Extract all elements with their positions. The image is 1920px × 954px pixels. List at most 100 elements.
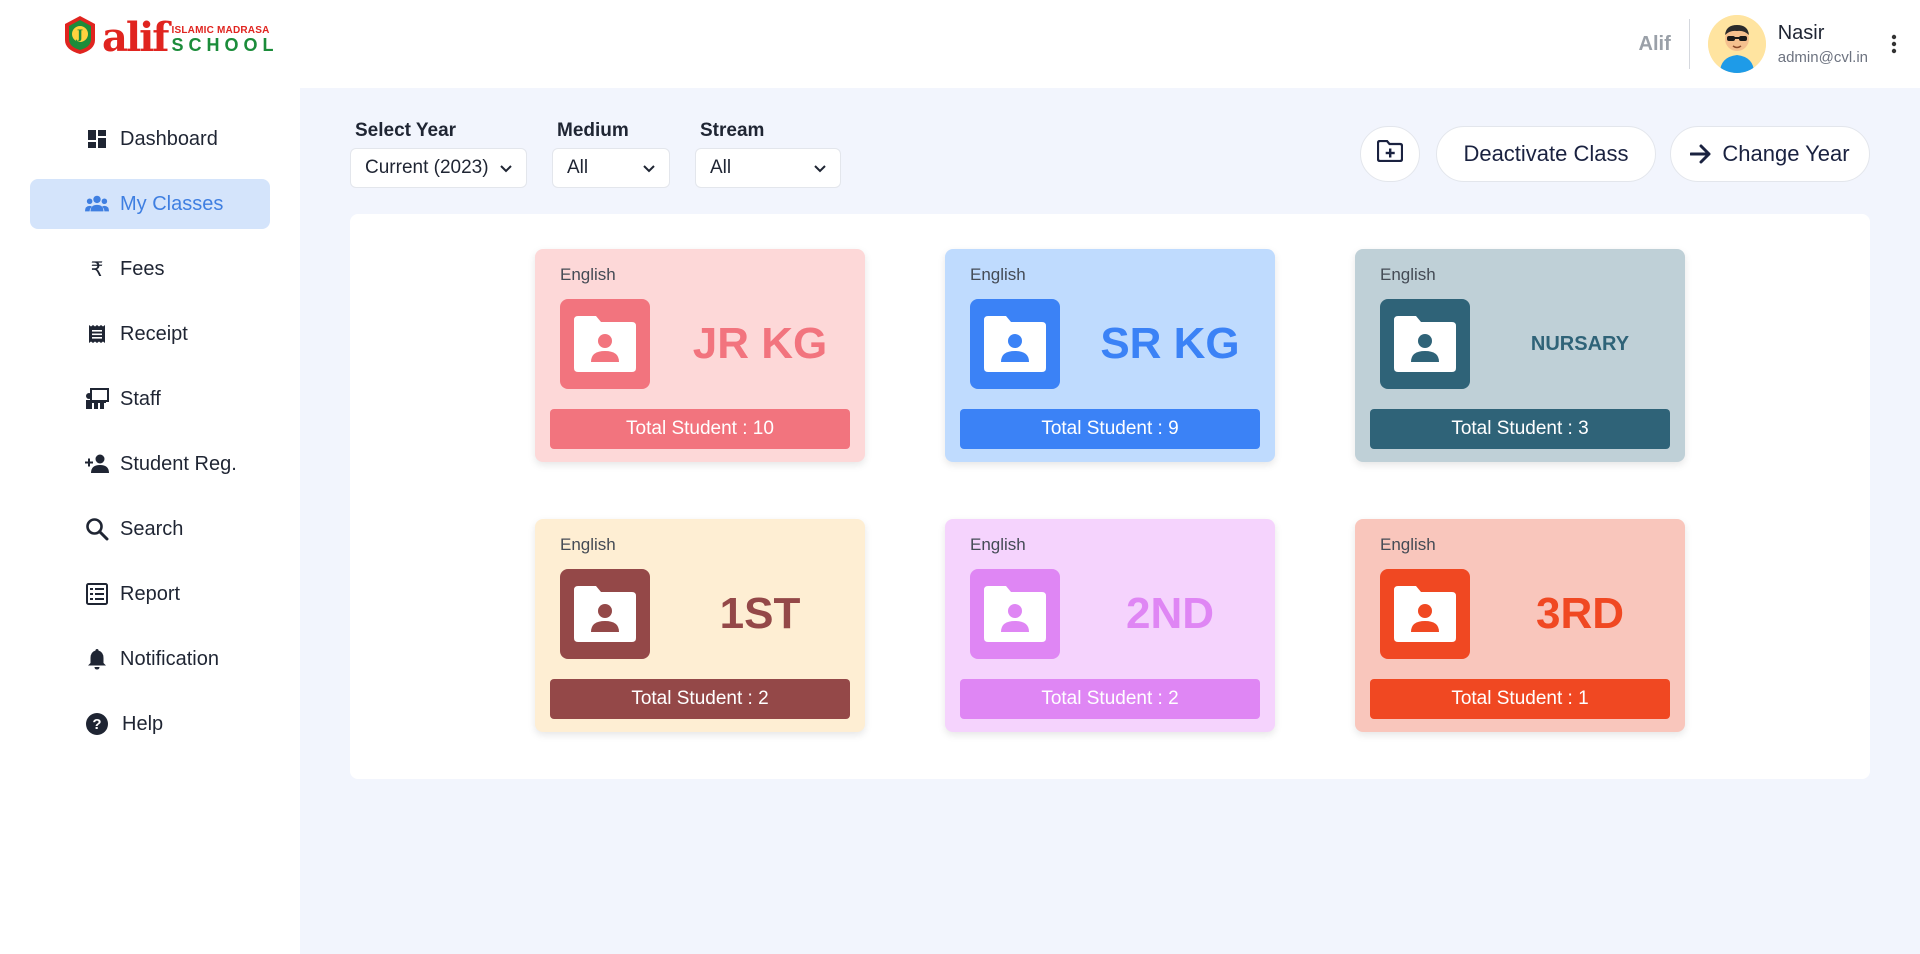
- sidebar-item-label: Student Reg.: [120, 452, 237, 475]
- class-name: SR KG: [1100, 319, 1240, 368]
- total-student-badge: Total Student : 9: [960, 409, 1260, 449]
- header-divider: [1688, 19, 1690, 69]
- folder-person-icon: [970, 569, 1060, 659]
- dashboard-icon: [85, 127, 109, 151]
- class-card-nursary[interactable]: English NURSARY Total Student : 3: [1355, 249, 1685, 462]
- change-year-label: Change Year: [1722, 141, 1850, 166]
- sidebar-item-label: Report: [120, 582, 181, 605]
- help-icon: ?: [85, 712, 109, 736]
- school-logo[interactable]: J alif ISLAMIC MADRASA SCHOOL: [62, 12, 279, 58]
- class-card-2nd[interactable]: English 2ND Total Student : 2: [945, 519, 1275, 732]
- stream-filter-label: Stream: [700, 120, 765, 141]
- more-vert-icon[interactable]: [1882, 24, 1906, 64]
- class-medium: English: [560, 535, 616, 554]
- class-name: JR KG: [692, 319, 828, 368]
- user-name: Nasir: [1777, 22, 1825, 44]
- sidebar-item-dashboard[interactable]: Dashboard: [30, 114, 270, 164]
- svg-text:?: ?: [92, 716, 101, 733]
- chevron-down-icon: [814, 157, 826, 179]
- header-user-area: Alif Nasir admin@cvl.in: [1639, 0, 1920, 88]
- avatar[interactable]: [1707, 15, 1766, 73]
- logo-line-2: SCHOOL: [171, 35, 279, 55]
- logo-alif-text: alif: [102, 14, 170, 61]
- arrow-right-icon: [1690, 144, 1711, 164]
- rupee-icon: ₹: [90, 257, 104, 281]
- total-student-badge: Total Student : 1: [1370, 679, 1670, 719]
- total-student-badge: Total Student : 2: [960, 679, 1260, 719]
- class-name: 1ST: [719, 589, 801, 638]
- sidebar-item-notification[interactable]: Notification: [30, 634, 270, 684]
- year-select[interactable]: Current (2023): [350, 148, 527, 188]
- medium-filter-label: Medium: [557, 120, 629, 141]
- logo-emblem-icon: J: [62, 14, 98, 56]
- class-name: NURSARY: [1530, 332, 1630, 355]
- sidebar-item-label: Dashboard: [120, 127, 218, 150]
- sidebar-item-staff[interactable]: Staff: [30, 374, 270, 424]
- sidebar-item-label: Staff: [120, 387, 161, 410]
- class-medium: English: [1380, 535, 1436, 554]
- sidebar-item-label: Notification: [120, 647, 219, 670]
- receipt-icon: [85, 322, 109, 346]
- medium-filter: Medium All: [552, 120, 670, 188]
- staff-icon: [85, 387, 109, 411]
- sidebar-item-receipt[interactable]: Receipt: [30, 309, 270, 359]
- user-info[interactable]: Nasir admin@cvl.in: [1778, 22, 1868, 66]
- class-medium: English: [970, 535, 1026, 554]
- total-student-badge: Total Student : 10: [550, 409, 850, 449]
- sidebar-item-student-reg[interactable]: Student Reg.: [30, 439, 270, 489]
- top-bar: J alif ISLAMIC MADRASA SCHOOL Alif Nasir…: [0, 0, 1920, 88]
- folder-person-icon: [560, 569, 650, 659]
- bell-icon: [85, 647, 109, 671]
- medium-select[interactable]: All: [552, 148, 670, 188]
- year-filter-label: Select Year: [355, 120, 457, 141]
- change-year-button[interactable]: Change Year: [1670, 126, 1870, 182]
- report-icon: [85, 582, 109, 606]
- year-select-value: Current (2023): [365, 157, 489, 178]
- class-medium: English: [560, 265, 616, 284]
- school-name: Alif: [1638, 32, 1671, 55]
- create-folder-button[interactable]: [1360, 126, 1420, 182]
- stream-select[interactable]: All: [695, 148, 841, 188]
- user-email: admin@cvl.in: [1777, 49, 1868, 66]
- total-student-badge: Total Student : 2: [550, 679, 850, 719]
- class-card-3rd[interactable]: English 3RD Total Student : 1: [1355, 519, 1685, 732]
- svg-text:J: J: [76, 28, 83, 43]
- sidebar-item-fees[interactable]: ₹ Fees: [30, 244, 270, 294]
- folder-person-icon: [1380, 299, 1470, 389]
- sidebar-item-help[interactable]: ? Help: [30, 699, 270, 749]
- class-name: 3RD: [1535, 589, 1625, 638]
- logo-wordmark: alif ISLAMIC MADRASA SCHOOL: [102, 14, 279, 61]
- sidebar-item-label: My Classes: [120, 192, 224, 215]
- people-icon: [85, 192, 109, 216]
- sidebar-item-label: Fees: [120, 257, 165, 280]
- create-folder-icon: [1376, 139, 1404, 168]
- stream-filter: Stream All: [695, 120, 841, 188]
- sidebar-item-search[interactable]: Search: [30, 504, 270, 554]
- sidebar: Dashboard My Classes ₹ Fees Receipt Staf…: [0, 88, 300, 954]
- deactivate-class-button[interactable]: Deactivate Class: [1436, 126, 1656, 182]
- folder-person-icon: [1380, 569, 1470, 659]
- folder-person-icon: [970, 299, 1060, 389]
- class-card-sr-kg[interactable]: English SR KG Total Student : 9: [945, 249, 1275, 462]
- chevron-down-icon: [500, 157, 512, 179]
- classes-panel: English JR KG Total Student : 10 English…: [350, 214, 1870, 779]
- sidebar-item-label: Search: [120, 517, 184, 540]
- person-add-icon: [85, 452, 109, 476]
- chevron-down-icon: [643, 157, 655, 179]
- class-card-jr-kg[interactable]: English JR KG Total Student : 10: [535, 249, 865, 462]
- sidebar-item-label: Receipt: [120, 322, 188, 345]
- class-name: 2ND: [1125, 589, 1215, 638]
- search-icon: [85, 517, 109, 541]
- folder-person-icon: [560, 299, 650, 389]
- medium-select-value: All: [567, 157, 589, 178]
- sidebar-item-label: Help: [122, 712, 164, 735]
- sidebar-item-my-classes[interactable]: My Classes: [30, 179, 270, 229]
- sidebar-item-report[interactable]: Report: [30, 569, 270, 619]
- class-medium: English: [970, 265, 1026, 284]
- toolbar-actions: Deactivate Class Change Year: [1360, 126, 1870, 182]
- class-card-1st[interactable]: English 1ST Total Student : 2: [535, 519, 865, 732]
- class-medium: English: [1380, 265, 1436, 284]
- total-student-badge: Total Student : 3: [1370, 409, 1670, 449]
- year-filter: Select Year Current (2023): [350, 120, 527, 188]
- stream-select-value: All: [710, 157, 732, 178]
